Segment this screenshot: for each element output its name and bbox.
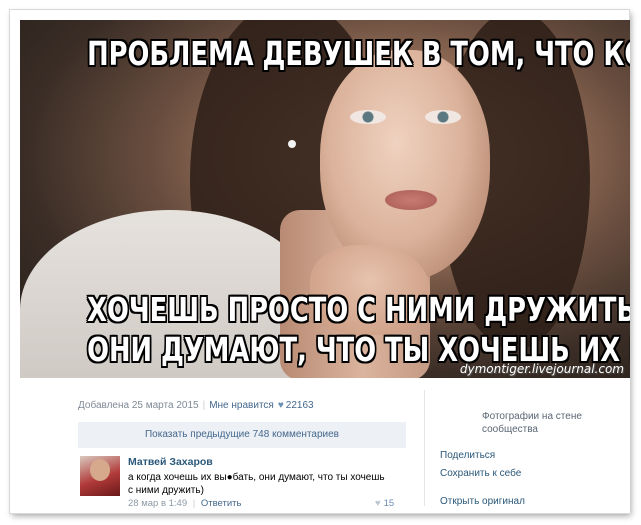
- photo-viewer: ПРОБЛЕМА ДЕВУШЕК В ТОМ, ЧТО КОГДА ТЫ ХОЧ…: [10, 10, 630, 513]
- reply-link[interactable]: Ответить: [201, 498, 242, 509]
- photo-eye-right: [425, 110, 461, 124]
- like-button[interactable]: Мне нравится: [209, 400, 274, 411]
- post-photo[interactable]: ПРОБЛЕМА ДЕВУШЕК В ТОМ, ЧТО КОГДА ТЫ ХОЧ…: [20, 20, 630, 378]
- post-meta: Добавлена 25 марта 2015 | Мне нравится ♥ 221…: [78, 400, 314, 411]
- comment-author-link[interactable]: Матвей Захаров: [128, 456, 213, 468]
- comment-like-count: 15: [383, 498, 395, 509]
- comment-footer: 28 мар в 1:49 | Ответить: [128, 498, 241, 509]
- comment-separator: |: [192, 498, 196, 509]
- divider: [424, 390, 425, 506]
- open-original-link[interactable]: Открыть оригинал: [440, 496, 525, 507]
- watermark: dymontiger.livejournal.com: [459, 362, 624, 376]
- meta-separator: |: [202, 400, 206, 411]
- photo-eye-left: [350, 110, 386, 124]
- like-count[interactable]: 22163: [286, 400, 314, 411]
- album-link[interactable]: Фотографии на стене сообщества: [482, 410, 602, 436]
- heart-icon[interactable]: ♥: [278, 400, 284, 411]
- photo-info-panel: Добавлена 25 марта 2015 | Мне нравится ♥ 221…: [20, 378, 630, 513]
- avatar[interactable]: [80, 456, 120, 496]
- comment-text: а когда хочешь их вы●бать, они думают, ч…: [128, 472, 385, 496]
- meme-caption-bottom-1: ХОЧЕШЬ ПРОСТО С НИМИ ДРУЖИТЬ: [87, 290, 630, 329]
- share-link[interactable]: Поделиться: [440, 450, 495, 461]
- comment-date[interactable]: 28 мар в 1:49: [128, 498, 187, 509]
- show-previous-comments-button[interactable]: Показать предыдущие 748 комментариев: [78, 422, 406, 448]
- photo-earring: [288, 140, 296, 148]
- meme-caption-top: ПРОБЛЕМА ДЕВУШЕК В ТОМ, ЧТО КОГДА ТЫ: [87, 34, 630, 73]
- added-date: Добавлена 25 марта 2015: [78, 400, 199, 411]
- heart-icon: ♥: [375, 498, 381, 509]
- avatar-head: [90, 459, 110, 481]
- comment-like-button[interactable]: ♥ 15: [375, 498, 394, 509]
- save-to-my-photos-link[interactable]: Сохранить к себе: [440, 468, 521, 479]
- photo-lips: [385, 190, 437, 210]
